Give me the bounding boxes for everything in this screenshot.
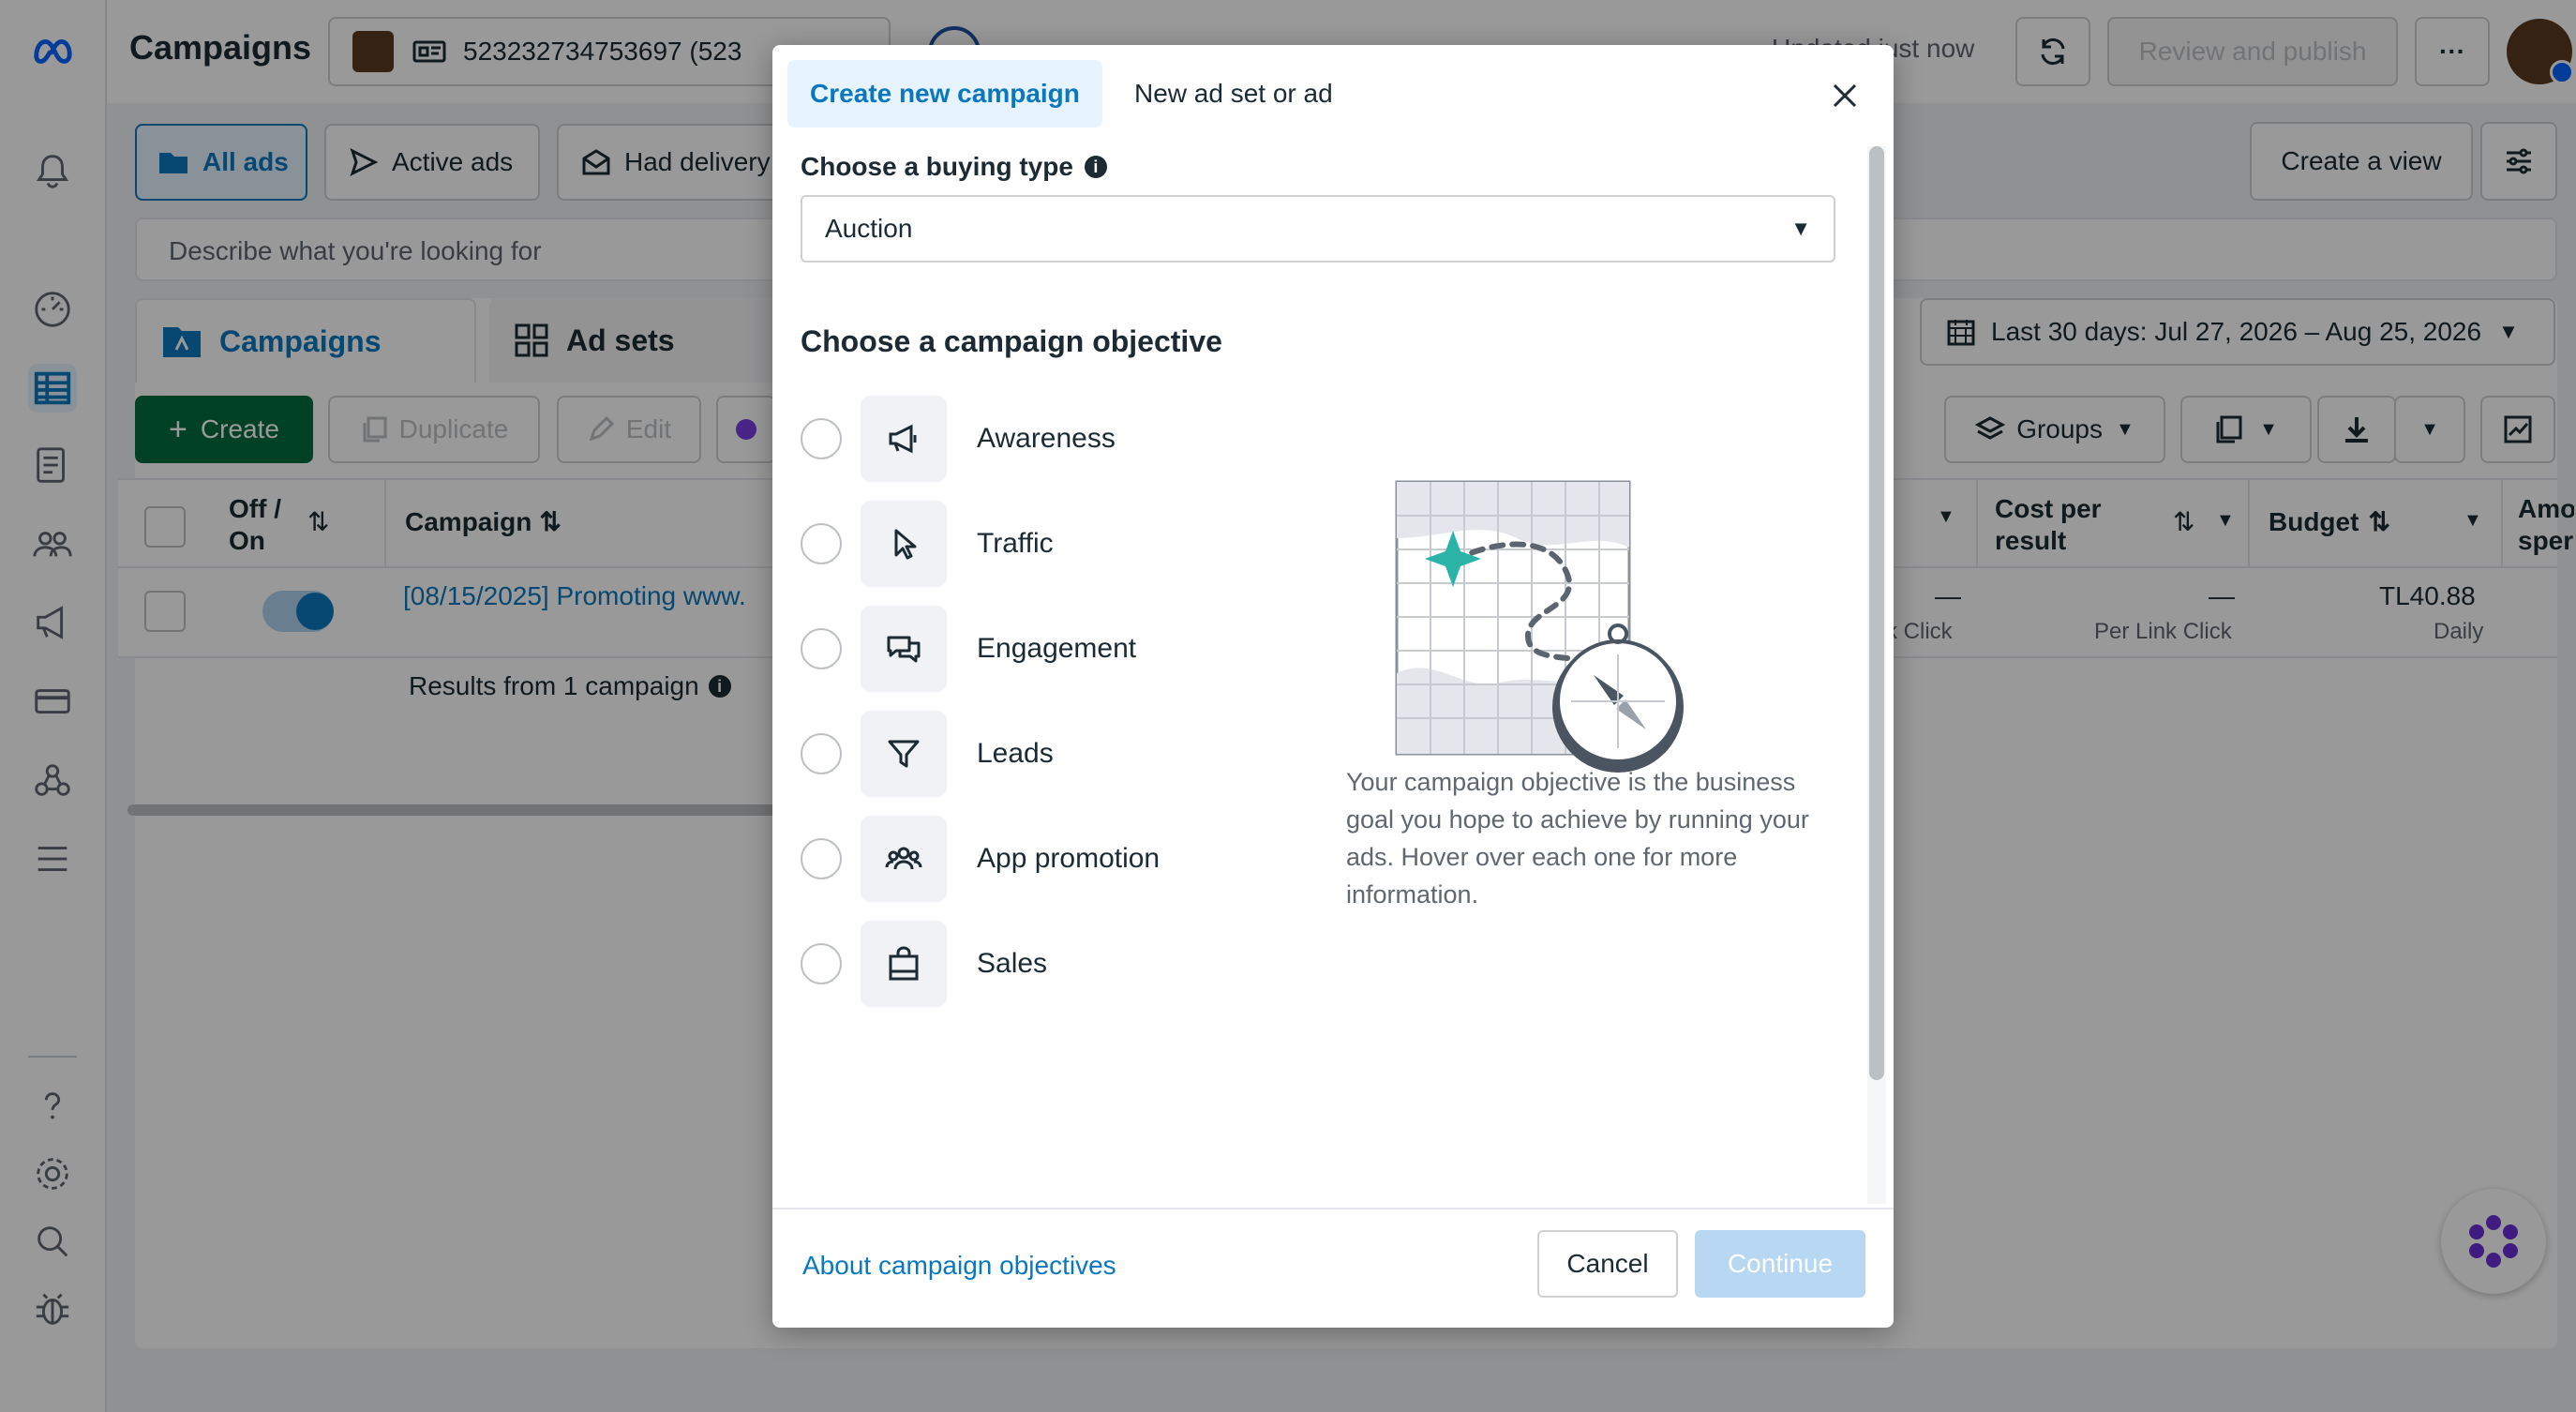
close-button[interactable]: [1817, 68, 1873, 124]
caret-down-icon: ▼: [1790, 217, 1811, 240]
traffic-label: Traffic: [977, 528, 1054, 559]
tab-new-ad-set-label: New ad set or ad: [1134, 79, 1333, 108]
leads-label: Leads: [977, 738, 1054, 769]
info-icon[interactable]: i: [1084, 156, 1107, 178]
tab-create-label: Create new campaign: [810, 79, 1080, 108]
awareness-label: Awareness: [977, 423, 1116, 454]
objective-description: Your campaign objective is the business …: [1346, 768, 1809, 909]
objective-engagement[interactable]: Engagement: [801, 606, 1136, 692]
tab-create-new-campaign[interactable]: Create new campaign: [787, 60, 1102, 128]
sales-radio[interactable]: [801, 943, 842, 984]
modal-scrollbar-track[interactable]: [1867, 146, 1886, 1204]
close-icon: [1833, 83, 1857, 108]
cancel-button[interactable]: Cancel: [1537, 1230, 1678, 1298]
people-icon: [861, 816, 947, 902]
app-promotion-label: App promotion: [977, 843, 1161, 874]
tab-new-ad-set-or-ad[interactable]: New ad set or ad: [1121, 60, 1346, 128]
objective-traffic[interactable]: Traffic: [801, 501, 1054, 587]
sales-label: Sales: [977, 948, 1048, 979]
about-campaign-objectives-link[interactable]: About campaign objectives: [802, 1251, 1116, 1281]
buying-type-label-text: Choose a buying type: [801, 152, 1073, 181]
funnel-icon: [861, 711, 947, 797]
leads-radio[interactable]: [801, 733, 842, 774]
cursor-icon: [861, 501, 947, 587]
buying-type-label: Choose a buying type i: [801, 152, 1107, 182]
chat-bubbles-icon: [861, 606, 947, 692]
buying-type-value: Auction: [825, 214, 913, 243]
buying-type-select[interactable]: Auction ▼: [801, 195, 1835, 263]
app-promotion-radio[interactable]: [801, 838, 842, 879]
create-campaign-dialog: Create new campaign New ad set or ad Cho…: [772, 45, 1894, 1328]
traffic-radio[interactable]: [801, 523, 842, 564]
objective-sales[interactable]: Sales: [801, 921, 1047, 1007]
modal-scrollbar-thumb[interactable]: [1869, 146, 1884, 1080]
objective-leads[interactable]: Leads: [801, 711, 1054, 797]
objective-awareness[interactable]: Awareness: [801, 396, 1116, 482]
shopping-bag-icon: [861, 921, 947, 1007]
engagement-label: Engagement: [977, 633, 1137, 664]
map-compass-illustration: [1395, 480, 1684, 773]
engagement-radio[interactable]: [801, 628, 842, 669]
megaphone-icon: [861, 396, 947, 482]
footer-divider: [772, 1208, 1894, 1209]
awareness-radio[interactable]: [801, 418, 842, 459]
objective-app-promotion[interactable]: App promotion: [801, 816, 1160, 902]
continue-button[interactable]: Continue: [1695, 1230, 1865, 1298]
objective-heading: Choose a campaign objective: [801, 324, 1222, 358]
